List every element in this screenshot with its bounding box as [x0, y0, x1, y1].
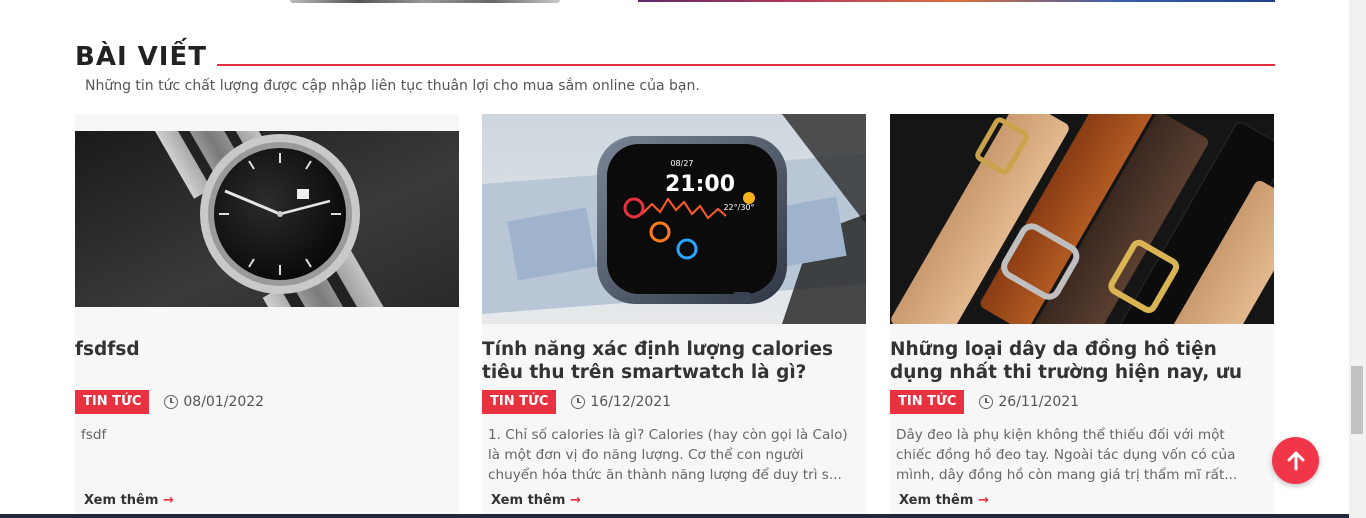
post-date: 26/11/2021 — [998, 394, 1080, 410]
post-excerpt: fsdf — [81, 427, 107, 443]
post-meta: TIN TỨC 16/12/2021 — [482, 390, 671, 414]
read-more-label: Xem thêm — [899, 493, 974, 508]
banner-image-edge — [638, 0, 1275, 2]
clock-icon — [979, 395, 994, 409]
read-more-link[interactable]: Xem thêm → — [491, 493, 581, 508]
post-card[interactable]: 21:00 08/27 22°/30° Tính năng xác định l… — [482, 114, 866, 518]
post-image[interactable]: 21:00 08/27 22°/30° — [482, 114, 866, 324]
product-image-edge — [290, 0, 560, 3]
post-meta: TIN TỨC 08/01/2022 — [75, 390, 264, 414]
post-excerpt: Dây đeo là phụ kiện không thể thiếu đối … — [896, 427, 1238, 483]
arrow-right-icon: → — [569, 493, 581, 508]
post-title[interactable]: Tính năng xác định lượng calories tiêu t… — [482, 338, 866, 384]
section-title: BÀI VIẾT — [75, 42, 207, 72]
clock-icon — [164, 395, 179, 409]
category-badge[interactable]: TIN TỨC — [890, 390, 965, 414]
footer-edge — [0, 514, 1349, 518]
smartwatch-temp: 22°/30° — [723, 203, 754, 212]
post-excerpt: 1. Chỉ số calories là gì? Calories (hay … — [488, 427, 848, 483]
post-title[interactable]: Những loại dây da đồng hồ tiện dụng nhất… — [890, 338, 1274, 384]
page-scrollbar[interactable] — [1349, 0, 1366, 518]
section-subtitle: Những tin tức chất lượng được cập nhập l… — [85, 78, 700, 94]
clock-icon — [571, 395, 586, 409]
post-card[interactable]: Những loại dây da đồng hồ tiện dụng nhất… — [890, 114, 1274, 518]
section-header: BÀI VIẾT Những tin tức chất lượng được c… — [75, 40, 1275, 100]
title-underline — [217, 64, 1275, 66]
read-more-label: Xem thêm — [84, 493, 159, 508]
smartwatch-date: 08/27 — [670, 159, 693, 168]
post-title[interactable]: fsdfsd — [75, 338, 459, 361]
previous-section-edge — [0, 0, 1366, 4]
smartwatch-time: 21:00 — [665, 172, 735, 197]
scrollbar-thumb[interactable] — [1351, 366, 1363, 434]
post-image[interactable] — [75, 131, 459, 307]
category-badge[interactable]: TIN TỨC — [75, 390, 150, 414]
scroll-to-top-button[interactable] — [1272, 437, 1319, 484]
arrow-right-icon: → — [977, 493, 989, 508]
post-card[interactable]: fsdfsd TIN TỨC 08/01/2022 fsdf Xem thêm … — [75, 114, 459, 518]
arrow-up-icon — [1287, 451, 1304, 470]
post-date: 16/12/2021 — [590, 394, 672, 410]
post-date: 08/01/2022 — [183, 394, 265, 410]
arrow-right-icon: → — [162, 493, 174, 508]
read-more-link[interactable]: Xem thêm → — [899, 493, 989, 508]
post-image[interactable] — [890, 114, 1274, 324]
category-badge[interactable]: TIN TỨC — [482, 390, 557, 414]
read-more-label: Xem thêm — [491, 493, 566, 508]
post-meta: TIN TỨC 26/11/2021 — [890, 390, 1079, 414]
read-more-link[interactable]: Xem thêm → — [84, 493, 174, 508]
